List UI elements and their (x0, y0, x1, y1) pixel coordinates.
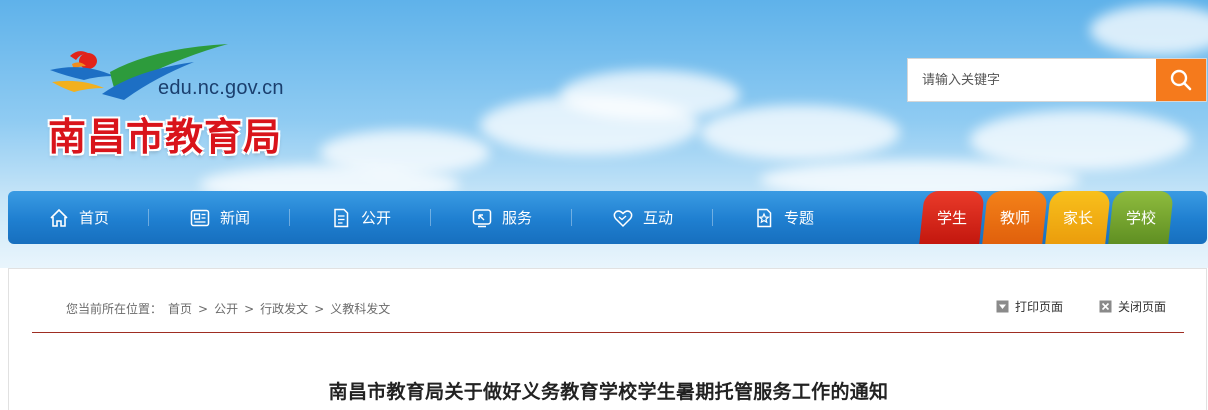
search-icon (1170, 69, 1192, 91)
breadcrumb: 您当前所在位置： 首页 > 公开 > 行政发文 > 义教科发文 (66, 300, 390, 317)
nav-item-label: 首页 (78, 209, 109, 227)
role-tab-teacher[interactable]: 教师 (982, 191, 1048, 244)
role-tab-parent[interactable]: 家长 (1045, 191, 1111, 244)
nav-item-public[interactable]: 公开 (290, 191, 431, 244)
service-icon (472, 208, 492, 227)
breadcrumb-item-admin-docs[interactable]: 行政发文 (260, 300, 308, 317)
breadcrumb-divider (32, 332, 1184, 333)
nav-item-home[interactable]: 首页 (8, 191, 149, 244)
nav-item-label: 公开 (360, 209, 391, 227)
role-tab-label: 学生 (936, 209, 967, 227)
nav-item-topics[interactable]: 专题 (713, 191, 854, 244)
breadcrumb-item-compulsory-edu-docs[interactable]: 义教科发文 (330, 300, 390, 317)
role-tab-label: 教师 (999, 209, 1030, 227)
breadcrumb-prefix: 您当前所在位置： (66, 302, 163, 316)
print-page-label: 打印页面 (1014, 300, 1063, 314)
cloud (1090, 5, 1208, 55)
nav-item-label: 互动 (642, 209, 673, 227)
breadcrumb-item-home[interactable]: 首页 (168, 300, 192, 317)
site-logo[interactable]: edu.nc.gov.cn 南昌市教育局 (44, 42, 304, 162)
role-tab-label: 家长 (1062, 209, 1093, 227)
breadcrumb-item-public[interactable]: 公开 (214, 300, 238, 317)
nav-item-label: 专题 (783, 209, 814, 227)
breadcrumb-separator: > (198, 301, 209, 316)
content-panel: 您当前所在位置： 首页 > 公开 > 行政发文 > 义教科发文 打印页面 关闭页… (8, 268, 1207, 410)
star-icon (757, 208, 772, 227)
home-icon (50, 208, 68, 227)
role-tab-school[interactable]: 学校 (1108, 191, 1174, 244)
breadcrumb-separator: > (244, 301, 255, 316)
page-tools: 打印页面 关闭页面 (996, 298, 1166, 315)
search-button[interactable] (1156, 59, 1206, 101)
close-page-button[interactable]: 关闭页面 (1099, 298, 1166, 315)
print-icon (996, 300, 1009, 313)
document-icon (334, 208, 349, 227)
print-page-button[interactable]: 打印页面 (996, 298, 1063, 315)
nav-item-service[interactable]: 服务 (431, 191, 572, 244)
nav-item-interaction[interactable]: 互动 (572, 191, 713, 244)
role-tab-label: 学校 (1125, 209, 1156, 227)
role-tab-student[interactable]: 学生 (919, 191, 985, 244)
search-input[interactable] (908, 59, 1156, 101)
close-icon (1099, 300, 1112, 313)
newspaper-icon (190, 209, 210, 226)
cloud (970, 110, 1190, 170)
nav-item-label: 服务 (501, 209, 532, 227)
site-domain: edu.nc.gov.cn (158, 77, 284, 99)
site-name: 南昌市教育局 (48, 115, 283, 159)
nav-item-news[interactable]: 新闻 (149, 191, 290, 244)
breadcrumb-separator: > (314, 301, 325, 316)
role-tabs: 学生 教师 家长 学校 (919, 191, 1174, 244)
nav-item-label: 新闻 (219, 209, 250, 227)
cloud (560, 70, 740, 120)
heart-icon (613, 209, 633, 227)
cloud (700, 105, 900, 160)
search-bar (907, 58, 1207, 102)
close-page-label: 关闭页面 (1117, 300, 1166, 314)
article-title: 南昌市教育局关于做好义务教育学校学生暑期托管服务工作的通知 (328, 381, 889, 403)
